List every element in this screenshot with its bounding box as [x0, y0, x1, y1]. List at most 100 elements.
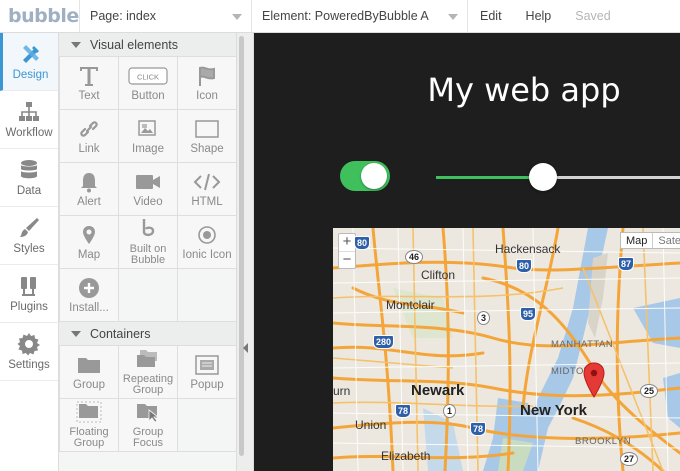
- left-nav: Design Workflow Data Styles Plugins Sett…: [0, 33, 59, 471]
- visual-elements-grid: Text CLICK Button Icon Link Image Shape …: [59, 57, 236, 322]
- highway-shield: 25: [640, 384, 659, 398]
- collapse-panel-arrow-icon[interactable]: [243, 343, 248, 353]
- map-type-map-button[interactable]: Map: [621, 233, 652, 248]
- save-status: Saved: [575, 9, 611, 23]
- element-palette: Visual elements Text CLICK Button Icon L…: [59, 33, 236, 471]
- palette-item-repeating-group[interactable]: Repeating Group: [119, 346, 177, 398]
- palette-item-label: Image: [132, 142, 164, 155]
- page-canvas[interactable]: My web app + − Map Sate Hackensack Clift…: [254, 33, 680, 471]
- tab-data[interactable]: Data: [0, 149, 58, 207]
- palette-item-label: Bubble: [130, 254, 166, 266]
- palette-item-label: Video: [133, 195, 163, 208]
- palette-item-text[interactable]: Text: [60, 57, 118, 109]
- page-dropdown-label: Page: index: [90, 9, 157, 23]
- palette-item-floating-group[interactable]: Floating Group: [60, 399, 118, 451]
- map-zoom-out-button[interactable]: −: [339, 251, 355, 268]
- tab-data-label: Data: [16, 185, 42, 197]
- palette-item-video[interactable]: Video: [119, 163, 177, 215]
- slider-track[interactable]: [543, 176, 680, 179]
- palette-item-label: Shape: [190, 142, 224, 155]
- palette-item-shape[interactable]: Shape: [178, 110, 236, 162]
- button-icon-text: CLICK: [137, 72, 159, 81]
- highway-shield: 80: [516, 259, 533, 273]
- palette-item-html[interactable]: HTML: [178, 163, 236, 215]
- image-icon: [138, 119, 156, 136]
- tab-design[interactable]: Design: [0, 33, 58, 91]
- toggle-knob[interactable]: [361, 163, 387, 189]
- highway-shield: 78: [395, 404, 412, 418]
- palette-item-label: HTML: [191, 195, 223, 208]
- palette-item-label: Install...: [69, 301, 109, 314]
- palette-item-alert[interactable]: Alert: [60, 163, 118, 215]
- flag-icon: [199, 66, 215, 86]
- repeating-folder-icon: [137, 350, 157, 367]
- palette-item-icon[interactable]: Icon: [178, 57, 236, 109]
- highway-shield: 80: [354, 236, 371, 250]
- tab-plugins-label: Plugins: [10, 301, 48, 313]
- highway-shield: 3: [477, 311, 491, 325]
- map-label-clifton: Clifton: [421, 268, 456, 282]
- toggle-switch[interactable]: [340, 161, 390, 191]
- chevron-down-icon: [448, 13, 458, 20]
- map-label-manhattan: MANHATTAN: [551, 339, 614, 350]
- map-label-hackensack: Hackensack: [495, 242, 561, 256]
- map-label-montclair: Montclair: [386, 298, 435, 312]
- element-dropdown[interactable]: Element: PoweredByBubble A: [252, 0, 468, 33]
- edit-menu[interactable]: Edit: [468, 0, 514, 33]
- palette-item-label: Group: [132, 384, 164, 396]
- bubble-b-icon: [142, 219, 155, 237]
- palette-item-label: Popup: [190, 378, 224, 391]
- collapse-triangle-icon: [71, 41, 81, 48]
- palette-item-built-on-bubble[interactable]: Built on Bubble: [119, 216, 177, 268]
- tab-plugins[interactable]: Plugins: [0, 265, 58, 323]
- palette-item-map[interactable]: Map: [60, 216, 118, 268]
- tab-styles[interactable]: Styles: [0, 207, 58, 265]
- tab-workflow[interactable]: Workflow: [0, 91, 58, 149]
- containers-header[interactable]: Containers: [59, 322, 236, 346]
- map-label-elizabeth: Elizabeth: [381, 449, 431, 463]
- map-marker-icon[interactable]: [583, 362, 605, 398]
- popup-window-icon: [195, 354, 219, 375]
- map-type-satellite-button[interactable]: Sate: [652, 233, 680, 248]
- gear-icon: [17, 333, 40, 356]
- highway-shield: 78: [470, 422, 487, 436]
- collapse-triangle-icon: [71, 330, 81, 337]
- highway-shield: 1: [443, 404, 457, 418]
- code-brackets-icon: [193, 173, 221, 190]
- video-camera-icon: [136, 174, 160, 189]
- tab-settings[interactable]: Settings: [0, 323, 58, 381]
- map-zoom-in-button[interactable]: +: [339, 234, 355, 251]
- palette-item-ionic-icon[interactable]: Ionic Icon: [178, 216, 236, 268]
- tab-design-label: Design: [12, 69, 49, 81]
- help-menu[interactable]: Help: [514, 0, 564, 33]
- bubble-logo[interactable]: bubble: [0, 0, 80, 33]
- palette-item-group-focus[interactable]: Group Focus: [119, 399, 177, 451]
- containers-grid: Group Repeating Group Popup Floating Gro…: [59, 346, 236, 452]
- slider-handle[interactable]: [529, 163, 558, 191]
- element-dropdown-label: Element: PoweredByBubble A: [262, 9, 429, 23]
- bell-icon: [81, 172, 97, 192]
- page-dropdown[interactable]: Page: index: [80, 0, 252, 33]
- palette-scrollbar-thumb[interactable]: [239, 36, 244, 456]
- visual-elements-header[interactable]: Visual elements: [59, 33, 236, 57]
- palette-item-label: Focus: [133, 437, 163, 449]
- editor-window: bubble Page: index Element: PoweredByBub…: [0, 0, 680, 471]
- palette-item-button[interactable]: CLICK Button: [119, 57, 177, 109]
- palette-item-label: Map: [77, 248, 101, 261]
- map-element[interactable]: + − Map Sate Hackensack Clifton Montclai…: [333, 228, 680, 471]
- palette-item-popup[interactable]: Popup: [178, 346, 236, 398]
- palette-item-group[interactable]: Group: [60, 346, 118, 398]
- slider-track-filled[interactable]: [436, 176, 544, 179]
- palette-item-link[interactable]: Link: [60, 110, 118, 162]
- button-icon: CLICK: [128, 66, 168, 85]
- tab-settings-label: Settings: [8, 359, 50, 371]
- palette-item-install[interactable]: Install...: [60, 269, 118, 321]
- palette-item-image[interactable]: Image: [119, 110, 177, 162]
- map-label-newark: Newark: [411, 382, 465, 399]
- page-title[interactable]: My web app: [404, 71, 644, 109]
- palette-empty-cell: [178, 269, 236, 321]
- map-label-union: Union: [355, 418, 387, 432]
- highway-shield: 87: [618, 257, 635, 271]
- folder-icon: [78, 357, 100, 373]
- map-type-control: Map Sate: [620, 232, 680, 249]
